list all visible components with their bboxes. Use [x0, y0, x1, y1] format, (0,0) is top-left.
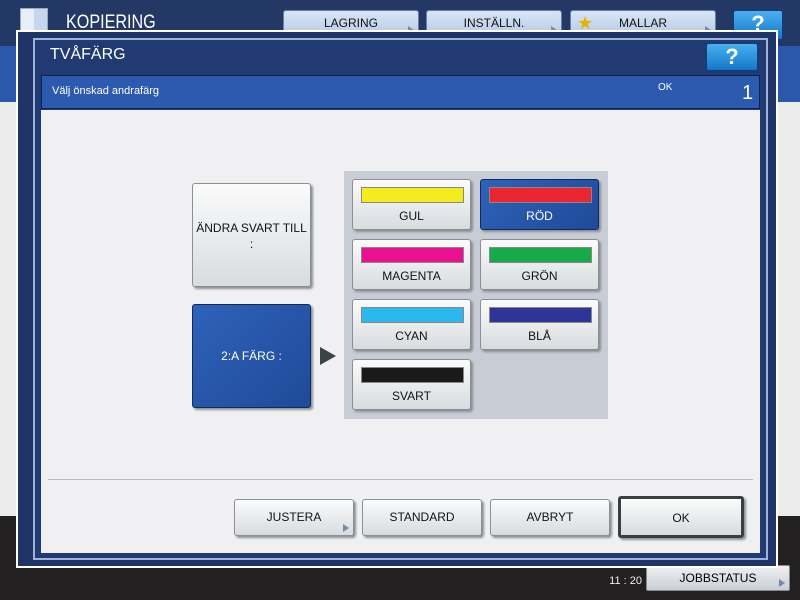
color-swatch	[361, 307, 464, 323]
color-label: CYAN	[395, 329, 428, 343]
color-swatch	[489, 307, 592, 323]
mallar-label: MALLAR	[618, 16, 668, 30]
dialog-help-button[interactable]: ?	[706, 43, 758, 71]
clock: 11 : 20	[609, 575, 642, 587]
second-color-button[interactable]: 2:A FÄRG :	[192, 304, 311, 408]
lagring-label: LAGRING	[323, 16, 378, 30]
color-label: GUL	[399, 209, 424, 223]
arrow-right-icon	[320, 347, 336, 365]
color-label: RÖD	[526, 209, 553, 223]
color-button-röd[interactable]: RÖD	[480, 179, 599, 230]
color-button-gul[interactable]: GUL	[352, 179, 471, 230]
color-button-svart[interactable]: SVART	[352, 359, 471, 410]
dialog-title: TVÅFÄRG	[50, 46, 126, 63]
color-swatch	[361, 187, 464, 203]
justera-button[interactable]: JUSTERA	[234, 499, 354, 536]
color-label: GRÖN	[521, 269, 558, 283]
color-button-cyan[interactable]: CYAN	[352, 299, 471, 350]
color-button-magenta[interactable]: MAGENTA	[352, 239, 471, 290]
jobbstatus-button[interactable]: JOBBSTATUS	[646, 565, 790, 591]
instruction-bar: Välj önskad andrafärg OK 1	[41, 75, 760, 109]
color-swatch	[489, 247, 592, 263]
installn-label: INSTÄLLN.	[463, 16, 525, 30]
avbryt-button[interactable]: AVBRYT	[490, 499, 610, 536]
color-button-blå[interactable]: BLÅ	[480, 299, 599, 350]
arrow-icon	[779, 579, 785, 587]
color-button-grön[interactable]: GRÖN	[480, 239, 599, 290]
ok-button[interactable]: OK	[618, 496, 744, 538]
arrow-icon	[343, 524, 349, 532]
color-swatch	[361, 247, 464, 263]
color-swatch	[489, 187, 592, 203]
change-black-button[interactable]: ÄNDRA SVART TILL :	[192, 183, 311, 287]
color-swatch	[361, 367, 464, 383]
ok-status: OK	[658, 82, 673, 93]
instruction-text: Välj önskad andrafärg	[52, 85, 160, 97]
divider	[48, 479, 753, 480]
jobbstatus-label: JOBBSTATUS	[679, 571, 757, 585]
color-label: BLÅ	[528, 329, 551, 343]
copy-count: 1	[742, 82, 754, 104]
standard-button[interactable]: STANDARD	[362, 499, 482, 536]
justera-label: JUSTERA	[266, 510, 322, 524]
color-label: SVART	[392, 389, 431, 403]
color-label: MAGENTA	[382, 269, 441, 283]
